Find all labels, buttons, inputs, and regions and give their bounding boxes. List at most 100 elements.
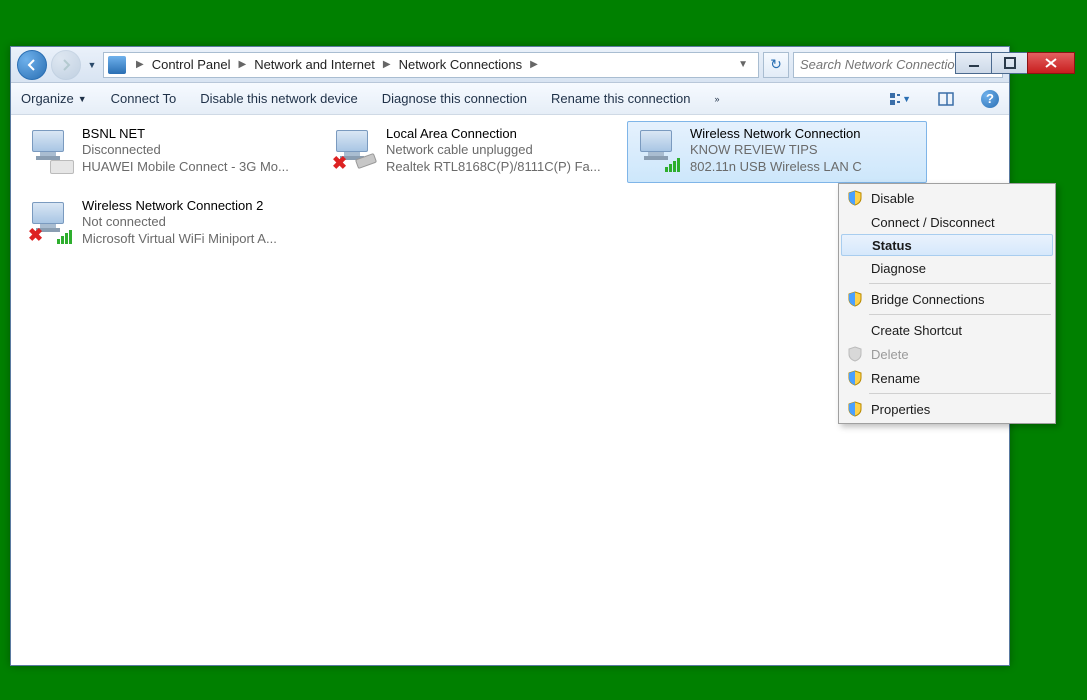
context-menu-connect[interactable]: Connect / Disconnect (841, 210, 1053, 234)
menu-item-label: Disable (871, 191, 914, 206)
connection-item[interactable]: BSNL NET Disconnected HUAWEI Mobile Conn… (19, 121, 319, 183)
connection-title: BSNL NET (82, 126, 289, 142)
connection-text: BSNL NET Disconnected HUAWEI Mobile Conn… (82, 126, 289, 175)
pane-icon (938, 91, 954, 107)
preview-pane-button[interactable] (935, 88, 957, 110)
wifi-signal-icon (665, 158, 680, 172)
menu-item-label: Rename (871, 371, 920, 386)
address-dropdown-icon[interactable]: ▼ (736, 59, 754, 70)
menu-separator (869, 393, 1051, 394)
toolbar-item-label: Disable this network device (200, 91, 358, 106)
back-button[interactable] (17, 50, 47, 80)
connection-status: Not connected (82, 214, 277, 230)
connect-to-button[interactable]: Connect To (111, 91, 177, 106)
refresh-icon: ↻ (770, 56, 782, 73)
breadcrumb[interactable]: ▶ Control Panel ▶ Network and Internet ▶… (103, 52, 759, 78)
context-menu: Disable Connect / Disconnect Status Diag… (838, 183, 1056, 424)
chevron-right-icon: ▶ (379, 59, 395, 70)
chevron-down-icon: ▼ (902, 94, 911, 104)
connection-item[interactable]: ✖ Local Area Connection Network cable un… (323, 121, 623, 183)
help-button[interactable]: ? (981, 90, 999, 108)
address-bar: ▼ ▶ Control Panel ▶ Network and Internet… (11, 47, 1009, 83)
error-x-icon: ✖ (28, 225, 43, 246)
shield-icon (847, 370, 863, 386)
toolbar-item-label: Rename this connection (551, 91, 690, 106)
menu-item-label: Connect / Disconnect (871, 215, 995, 230)
chevron-right-icon: » (714, 94, 719, 104)
menu-separator (869, 314, 1051, 315)
context-menu-create-shortcut[interactable]: Create Shortcut (841, 318, 1053, 342)
menu-item-label: Diagnose (871, 261, 926, 276)
connection-icon (26, 126, 74, 174)
minimize-button[interactable] (955, 52, 991, 74)
cable-icon (356, 156, 378, 172)
shield-icon-disabled (847, 346, 863, 362)
chevron-right-icon: ▶ (234, 59, 250, 70)
forward-button[interactable] (51, 50, 81, 80)
connection-text: Local Area Connection Network cable unpl… (386, 126, 601, 175)
context-menu-properties[interactable]: Properties (841, 397, 1053, 421)
shield-icon (847, 291, 863, 307)
refresh-button[interactable]: ↻ (763, 52, 789, 78)
chevron-down-icon: ▼ (78, 94, 87, 104)
context-menu-status[interactable]: Status (841, 234, 1053, 256)
menu-separator (869, 283, 1051, 284)
context-menu-delete: Delete (841, 342, 1053, 366)
rename-connection-button[interactable]: Rename this connection (551, 91, 690, 106)
context-menu-rename[interactable]: Rename (841, 366, 1053, 390)
command-bar: Organize ▼ Connect To Disable this netwo… (11, 83, 1009, 115)
connection-icon: ✖ (330, 126, 378, 174)
connection-item[interactable]: ✖ Wireless Network Connection 2 Not conn… (19, 193, 319, 255)
connection-icon (634, 126, 682, 174)
toolbar-item-label: Organize (21, 91, 74, 106)
connection-title: Local Area Connection (386, 126, 601, 142)
context-menu-disable[interactable]: Disable (841, 186, 1053, 210)
connection-device: 802.11n USB Wireless LAN C (690, 159, 862, 175)
breadcrumb-item[interactable]: Network Connections (397, 57, 525, 72)
menu-item-label: Properties (871, 402, 930, 417)
connection-text: Wireless Network Connection 2 Not connec… (82, 198, 277, 247)
forward-arrow-icon (59, 58, 73, 72)
menu-item-label: Bridge Connections (871, 292, 984, 307)
organize-menu[interactable]: Organize ▼ (21, 91, 87, 106)
connection-title: Wireless Network Connection 2 (82, 198, 277, 214)
menu-item-label: Delete (871, 347, 909, 362)
breadcrumb-item[interactable]: Network and Internet (252, 57, 377, 72)
connection-status: Network cable unplugged (386, 142, 601, 158)
connection-device: HUAWEI Mobile Connect - 3G Mo... (82, 159, 289, 175)
menu-item-label: Create Shortcut (871, 323, 962, 338)
connection-device: Microsoft Virtual WiFi Miniport A... (82, 231, 277, 247)
view-icon (889, 91, 900, 107)
shield-icon (847, 401, 863, 417)
breadcrumb-item[interactable]: Control Panel (150, 57, 233, 72)
connection-text: Wireless Network Connection KNOW REVIEW … (690, 126, 862, 175)
chevron-right-icon: ▶ (132, 59, 148, 70)
connection-title: Wireless Network Connection (690, 126, 862, 142)
toolbar-item-label: Diagnose this connection (382, 91, 527, 106)
shield-icon (847, 190, 863, 206)
diagnose-connection-button[interactable]: Diagnose this connection (382, 91, 527, 106)
chevron-right-icon: ▶ (526, 59, 542, 70)
menu-item-label: Status (872, 238, 912, 253)
help-icon: ? (986, 91, 994, 106)
connection-status: Disconnected (82, 142, 289, 158)
window-controls (955, 52, 1075, 74)
maximize-button[interactable] (991, 52, 1027, 74)
nav-history-dropdown[interactable]: ▼ (85, 50, 99, 80)
back-arrow-icon (25, 58, 39, 72)
modem-icon (50, 160, 74, 174)
context-menu-bridge[interactable]: Bridge Connections (841, 287, 1053, 311)
location-icon (108, 56, 126, 74)
toolbar-overflow[interactable]: » (714, 94, 719, 104)
context-menu-diagnose[interactable]: Diagnose (841, 256, 1053, 280)
close-button[interactable] (1027, 52, 1075, 74)
view-options-button[interactable]: ▼ (889, 88, 911, 110)
toolbar-item-label: Connect To (111, 91, 177, 106)
disable-device-button[interactable]: Disable this network device (200, 91, 358, 106)
error-x-icon: ✖ (332, 153, 347, 174)
connection-item-selected[interactable]: Wireless Network Connection KNOW REVIEW … (627, 121, 927, 183)
connection-status: KNOW REVIEW TIPS (690, 142, 862, 158)
connection-device: Realtek RTL8168C(P)/8111C(P) Fa... (386, 159, 601, 175)
wifi-signal-icon (57, 230, 72, 244)
connection-icon: ✖ (26, 198, 74, 246)
